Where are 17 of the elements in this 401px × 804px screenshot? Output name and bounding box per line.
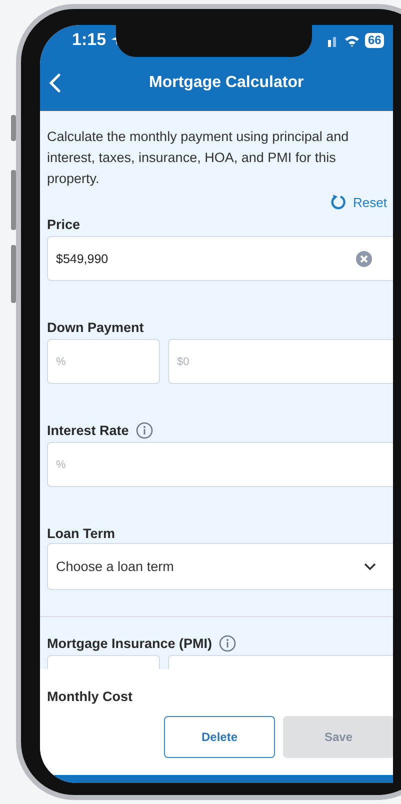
loan-term-dropdown[interactable]: Choose a loan term (47, 543, 393, 590)
delete-button[interactable]: Delete (164, 716, 275, 758)
field-label: Down Payment (47, 320, 144, 334)
status-time: 1:15 (72, 30, 106, 50)
field-label: Mortgage Insurance (PMI) (47, 636, 212, 650)
input-field[interactable]: % (47, 442, 393, 487)
input-field[interactable]: % (47, 339, 160, 384)
field-label: Price (47, 216, 80, 232)
battery-icon: 66 (365, 33, 384, 48)
field-label: Loan Term (47, 526, 116, 540)
description-text: Calculate the monthly payment using principal and interest, taxes, insurance, HOA, and PMI for this property. (47, 128, 350, 188)
reset-button[interactable]: Reset (330, 194, 387, 210)
monthly-cost-heading: Monthly Cost (47, 689, 134, 704)
screen-title: Mortgage Calculator (149, 74, 304, 92)
input-field[interactable]: $549,990 (47, 236, 393, 281)
field-label: Interest Rate (47, 422, 129, 438)
input-field[interactable]: $0 (168, 339, 393, 384)
